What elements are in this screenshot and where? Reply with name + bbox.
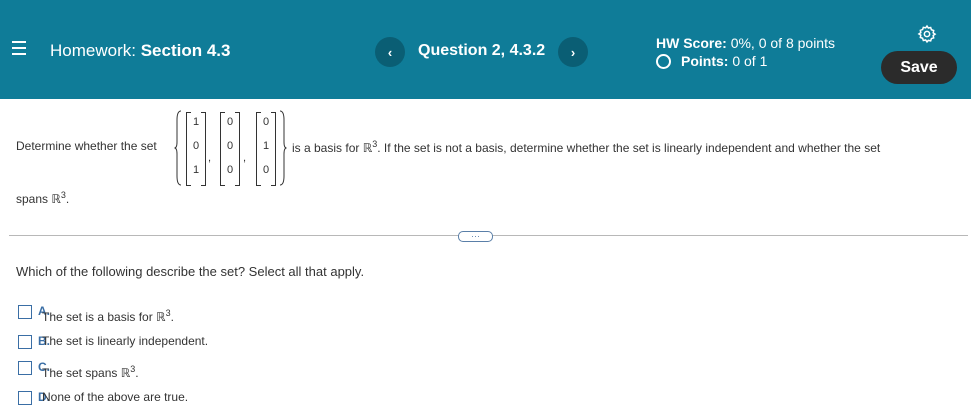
homework-title: Homework: Section 4.3 (50, 41, 230, 61)
vector-entry: 1 (192, 116, 200, 128)
header-bar: Homework: Section 4.3 ‹ Question 2, 4.3.… (0, 0, 971, 99)
next-question-button[interactable]: › (558, 37, 588, 67)
gear-icon[interactable] (917, 24, 937, 44)
question-spans-line: spans ℝ3. (16, 190, 69, 206)
checkbox[interactable] (18, 335, 32, 349)
points-value: 0 of 1 (732, 53, 768, 69)
vector-entry: 0 (226, 140, 234, 152)
spans-text: spans (16, 192, 49, 206)
hw-score-label: HW Score: (656, 35, 727, 51)
option-a-text[interactable]: The set is a basis for ℝ3. (42, 308, 174, 324)
option-c-text[interactable]: The set spans ℝ3. (42, 364, 139, 380)
chevron-right-icon: › (570, 44, 576, 60)
menu-icon[interactable] (12, 41, 26, 55)
option-text: None of the above are true. (42, 390, 189, 404)
vector-entry: 0 (226, 164, 234, 176)
left-brace (174, 110, 182, 186)
vector-entry: 0 (192, 140, 200, 152)
question-intro: Determine whether the set (16, 139, 157, 153)
checkbox[interactable] (18, 391, 32, 405)
chevron-left-icon: ‹ (387, 44, 393, 60)
hw-score-value: 0%, 0 of 8 points (730, 35, 835, 51)
question-rest-text: . If the set is not a basis, determine w… (377, 141, 881, 155)
vector-entry: 0 (226, 116, 234, 128)
period: . (65, 192, 70, 206)
vector-2: 0 0 0 (220, 112, 240, 186)
vector-1: 1 0 1 (186, 112, 206, 186)
option-text: The set is a basis for ℝ (42, 310, 166, 324)
comma: , (208, 152, 212, 164)
save-button[interactable]: Save (881, 51, 957, 84)
vector-entry: 0 (262, 164, 270, 176)
option-text: The set spans ℝ (42, 366, 131, 380)
points-label: Points: (681, 53, 729, 69)
question-rest: is a basis for ℝ3. If the set is not a b… (292, 139, 880, 155)
vector-entry: 1 (262, 140, 270, 152)
homework-section: Section 4.3 (140, 41, 231, 60)
option-end: . (170, 310, 174, 324)
checkbox[interactable] (18, 305, 32, 319)
checkbox[interactable] (18, 361, 32, 375)
hw-score: HW Score: 0%, 0 of 8 points (656, 35, 835, 51)
option-end: . (135, 366, 139, 380)
more-button[interactable]: ··· (458, 231, 493, 242)
option-d-text[interactable]: None of the above are true. (42, 390, 188, 404)
circle-icon (656, 53, 671, 69)
points: Points: 0 of 1 (656, 53, 767, 69)
question-mid-text: is a basis for (292, 141, 360, 155)
vector-entry: 0 (262, 116, 270, 128)
previous-question-button[interactable]: ‹ (375, 37, 405, 67)
option-b-text[interactable]: The set is linearly independent. (42, 334, 208, 348)
answer-prompt: Which of the following describe the set?… (16, 264, 365, 279)
space-symbol: ℝ (362, 141, 373, 155)
option-text: The set is linearly independent. (42, 334, 209, 348)
vector-entry: 1 (192, 164, 200, 176)
vector-3: 0 1 0 (256, 112, 276, 186)
comma: , (243, 152, 247, 164)
question-title: Question 2, 4.3.2 (418, 42, 546, 59)
right-brace (279, 110, 287, 186)
homework-title-prefix: Homework: (50, 41, 136, 60)
space-symbol: ℝ (51, 192, 61, 206)
